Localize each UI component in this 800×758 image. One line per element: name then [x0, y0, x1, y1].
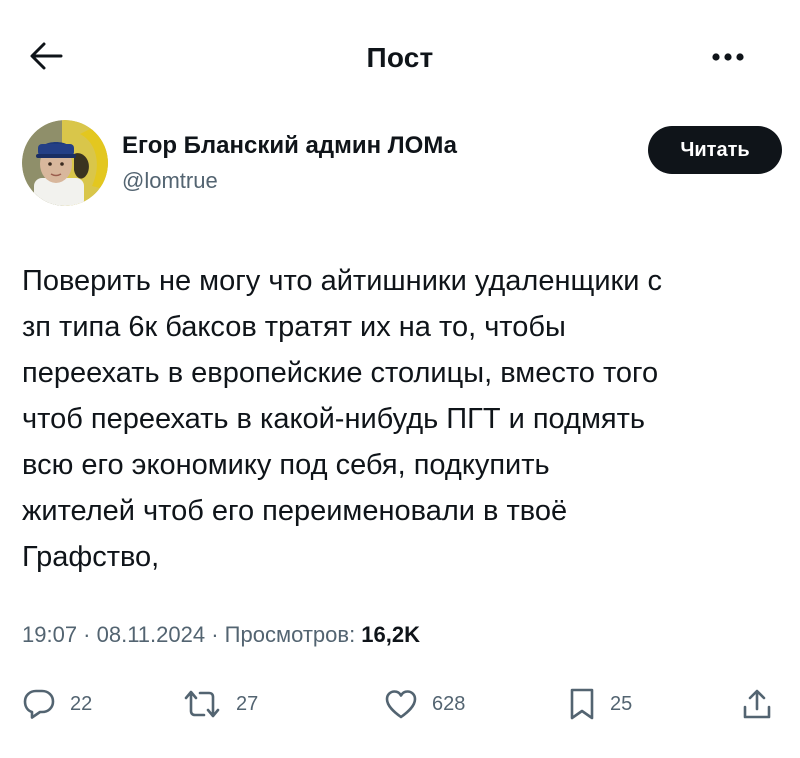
avatar[interactable]: [22, 120, 108, 206]
post-text: Поверить не могу что айтишники удаленщик…: [22, 265, 662, 573]
header: Пост: [0, 22, 800, 92]
post-page: Пост Егор Бланский админ ЛОМа @lomtrue Ч…: [0, 0, 800, 758]
author-row: Егор Бланский админ ЛОМа @lomtrue Читать: [22, 120, 782, 210]
bookmark-button[interactable]: 25: [568, 682, 632, 726]
bookmark-icon: [568, 687, 596, 721]
repost-count: 27: [236, 692, 259, 715]
page-title: Пост: [366, 42, 434, 73]
post-meta: 19:07 · 08.11.2024 · Просмотров: 16,2K: [22, 622, 420, 648]
repost-icon: [182, 687, 222, 721]
repost-button[interactable]: 27: [182, 682, 258, 726]
author-name[interactable]: Егор Бланский админ ЛОМа: [122, 132, 457, 160]
share-button[interactable]: [742, 682, 772, 726]
views-count: 16,2K: [361, 622, 421, 647]
author-handle[interactable]: @lomtrue: [122, 168, 218, 194]
avatar-photo: [22, 120, 108, 206]
post-time[interactable]: 19:07: [22, 622, 77, 647]
heart-icon: [384, 688, 418, 720]
follow-button[interactable]: Читать: [648, 126, 782, 174]
like-count: 628: [432, 692, 466, 715]
bookmark-count: 25: [610, 692, 633, 715]
views-label: Просмотров:: [224, 622, 362, 647]
meta-separator: ·: [205, 622, 225, 647]
post-date[interactable]: 08.11.2024: [97, 622, 205, 647]
more-button[interactable]: [704, 40, 752, 76]
reply-button[interactable]: 22: [22, 682, 92, 726]
reply-icon: [22, 687, 56, 721]
share-icon: [742, 687, 772, 721]
reply-count: 22: [70, 692, 93, 715]
more-horizontal-icon: [711, 49, 745, 67]
like-button[interactable]: 628: [384, 682, 465, 726]
meta-separator: ·: [77, 622, 97, 647]
action-bar: 22 27 628 25: [0, 682, 800, 726]
